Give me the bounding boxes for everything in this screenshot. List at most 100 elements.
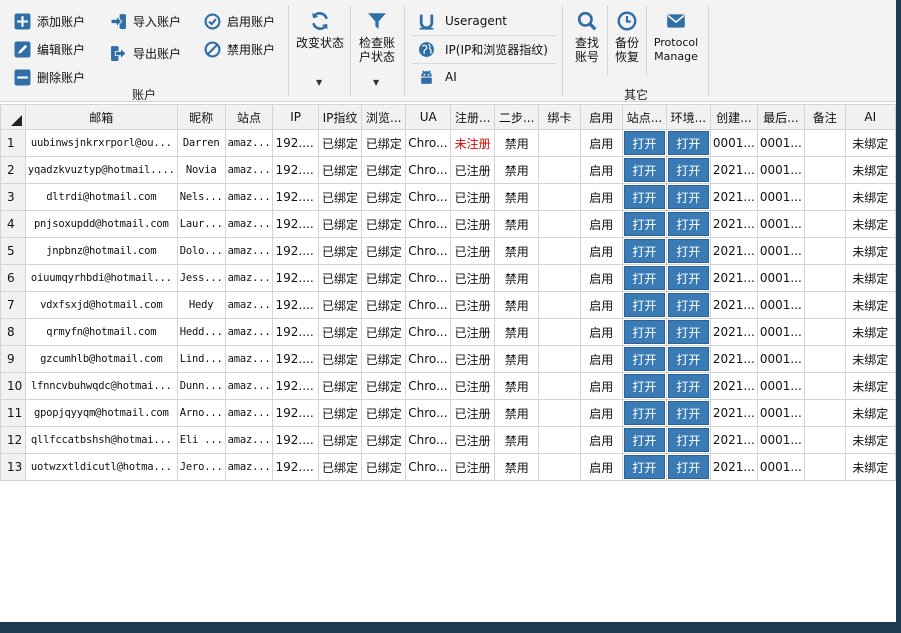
registered-cell[interactable]: 已注册 xyxy=(450,210,496,238)
created-cell[interactable]: 2021... xyxy=(709,210,758,238)
enabled-cell[interactable]: 启用 xyxy=(579,453,623,481)
ua-cell[interactable]: Chro... xyxy=(405,156,452,184)
select-all-corner[interactable] xyxy=(0,104,26,130)
two-step-cell[interactable]: 禁用 xyxy=(494,264,540,292)
open-site-button[interactable]: 打开 xyxy=(623,320,665,344)
ua-cell[interactable]: Chro... xyxy=(405,345,452,373)
import-account-button[interactable]: 导入账户 xyxy=(110,10,181,32)
open-environment-button[interactable]: 打开 xyxy=(667,293,709,317)
open-site-button[interactable]: 打开 xyxy=(623,455,665,479)
check-account-status-button[interactable]: 检查账 户状态 xyxy=(354,10,400,64)
nickname-cell[interactable]: Novia xyxy=(176,156,226,184)
email-cell[interactable]: vdxfsxjd@hotmail.com xyxy=(24,291,178,319)
created-cell[interactable]: 2021... xyxy=(709,345,758,373)
table-row[interactable]: 12 qllfccatbshsh@hotmai... Eli ... amaz... 1… xyxy=(0,426,896,454)
created-cell[interactable]: 2021... xyxy=(709,291,758,319)
email-cell[interactable]: uubinwsjnkrxrporl@ou... xyxy=(24,129,178,157)
column-header-ip-fingerprint[interactable]: IP指纹 xyxy=(317,104,363,130)
ip-fingerprint-cell[interactable]: 已绑定 xyxy=(317,237,363,265)
card-cell[interactable] xyxy=(538,156,581,184)
enabled-cell[interactable]: 启用 xyxy=(579,426,623,454)
email-cell[interactable]: qrmyfn@hotmail.com xyxy=(24,318,178,346)
card-cell[interactable] xyxy=(538,183,581,211)
ua-cell[interactable]: Chro... xyxy=(405,453,452,481)
enabled-cell[interactable]: 启用 xyxy=(579,183,623,211)
ai-cell[interactable]: 未绑定 xyxy=(844,291,896,319)
ip-cell[interactable]: 192.... xyxy=(272,291,319,319)
card-cell[interactable] xyxy=(538,426,581,454)
nickname-cell[interactable]: Hedy xyxy=(176,291,226,319)
enabled-cell[interactable]: 启用 xyxy=(579,372,623,400)
ai-cell[interactable]: 未绑定 xyxy=(844,453,896,481)
disable-account-button[interactable]: 禁用账户 xyxy=(204,38,275,60)
ai-cell[interactable]: 未绑定 xyxy=(844,318,896,346)
card-cell[interactable] xyxy=(538,318,581,346)
enabled-cell[interactable]: 启用 xyxy=(579,318,623,346)
site-cell[interactable]: amaz... xyxy=(224,318,274,346)
table-row[interactable]: 3 dltrdi@hotmail.com Nels... amaz... 192....… xyxy=(0,183,896,211)
two-step-cell[interactable]: 禁用 xyxy=(494,345,540,373)
registered-cell[interactable]: 已注册 xyxy=(450,453,496,481)
open-environment-button[interactable]: 打开 xyxy=(667,212,709,236)
ai-button[interactable]: AI xyxy=(418,66,457,88)
ai-cell[interactable]: 未绑定 xyxy=(844,426,896,454)
ua-cell[interactable]: Chro... xyxy=(405,372,452,400)
created-cell[interactable]: 2021... xyxy=(709,453,758,481)
ip-fingerprint-cell[interactable]: 已绑定 xyxy=(317,291,363,319)
note-cell[interactable] xyxy=(803,426,846,454)
last-cell[interactable]: 0001... xyxy=(756,453,805,481)
note-cell[interactable] xyxy=(803,237,846,265)
open-site-button[interactable]: 打开 xyxy=(623,374,665,398)
open-site-button[interactable]: 打开 xyxy=(623,239,665,263)
browser-cell[interactable]: 已绑定 xyxy=(361,291,407,319)
email-cell[interactable]: dltrdi@hotmail.com xyxy=(24,183,178,211)
registered-cell[interactable]: 已注册 xyxy=(450,399,496,427)
open-environment-button[interactable]: 打开 xyxy=(667,374,709,398)
edit-account-button[interactable]: 编辑账户 xyxy=(14,38,85,60)
ai-cell[interactable]: 未绑定 xyxy=(844,264,896,292)
two-step-cell[interactable]: 禁用 xyxy=(494,372,540,400)
last-cell[interactable]: 0001... xyxy=(756,129,805,157)
ip-fingerprint-cell[interactable]: 已绑定 xyxy=(317,264,363,292)
last-cell[interactable]: 0001... xyxy=(756,372,805,400)
ai-cell[interactable]: 未绑定 xyxy=(844,210,896,238)
registered-cell[interactable]: 已注册 xyxy=(450,237,496,265)
open-environment-button[interactable]: 打开 xyxy=(667,185,709,209)
ua-cell[interactable]: Chro... xyxy=(405,318,452,346)
nickname-cell[interactable]: Laur... xyxy=(176,210,226,238)
last-cell[interactable]: 0001... xyxy=(756,156,805,184)
table-row[interactable]: 10 lfnncvbuhwqdc@hotmai... Dunn... amaz... 1… xyxy=(0,372,896,400)
nickname-cell[interactable]: Jess... xyxy=(176,264,226,292)
column-header-registered[interactable]: 注册... xyxy=(450,104,496,130)
note-cell[interactable] xyxy=(803,372,846,400)
site-cell[interactable]: amaz... xyxy=(224,453,274,481)
email-cell[interactable]: gpopjqyyqm@hotmail.com xyxy=(24,399,178,427)
open-environment-button[interactable]: 打开 xyxy=(667,266,709,290)
open-site-button[interactable]: 打开 xyxy=(623,212,665,236)
created-cell[interactable]: 2021... xyxy=(709,426,758,454)
enabled-cell[interactable]: 启用 xyxy=(579,237,623,265)
ai-cell[interactable]: 未绑定 xyxy=(844,129,896,157)
change-status-dropdown-icon[interactable]: ▼ xyxy=(316,78,322,87)
ai-cell[interactable]: 未绑定 xyxy=(844,183,896,211)
note-cell[interactable] xyxy=(803,264,846,292)
note-cell[interactable] xyxy=(803,291,846,319)
two-step-cell[interactable]: 禁用 xyxy=(494,210,540,238)
created-cell[interactable]: 2021... xyxy=(709,318,758,346)
note-cell[interactable] xyxy=(803,399,846,427)
last-cell[interactable]: 0001... xyxy=(756,345,805,373)
ai-cell[interactable]: 未绑定 xyxy=(844,345,896,373)
registered-cell[interactable]: 已注册 xyxy=(450,372,496,400)
last-cell[interactable]: 0001... xyxy=(756,399,805,427)
site-cell[interactable]: amaz... xyxy=(224,372,274,400)
two-step-cell[interactable]: 禁用 xyxy=(494,156,540,184)
email-cell[interactable]: yqadzkvuztyp@hotmail.... xyxy=(24,156,178,184)
ua-cell[interactable]: Chro... xyxy=(405,426,452,454)
site-cell[interactable]: amaz... xyxy=(224,399,274,427)
ua-cell[interactable]: Chro... xyxy=(405,399,452,427)
column-header-enabled[interactable]: 启用 xyxy=(579,104,623,130)
ip-cell[interactable]: 192.... xyxy=(272,453,319,481)
nickname-cell[interactable]: Eli ... xyxy=(176,426,226,454)
created-cell[interactable]: 2021... xyxy=(709,399,758,427)
note-cell[interactable] xyxy=(803,156,846,184)
